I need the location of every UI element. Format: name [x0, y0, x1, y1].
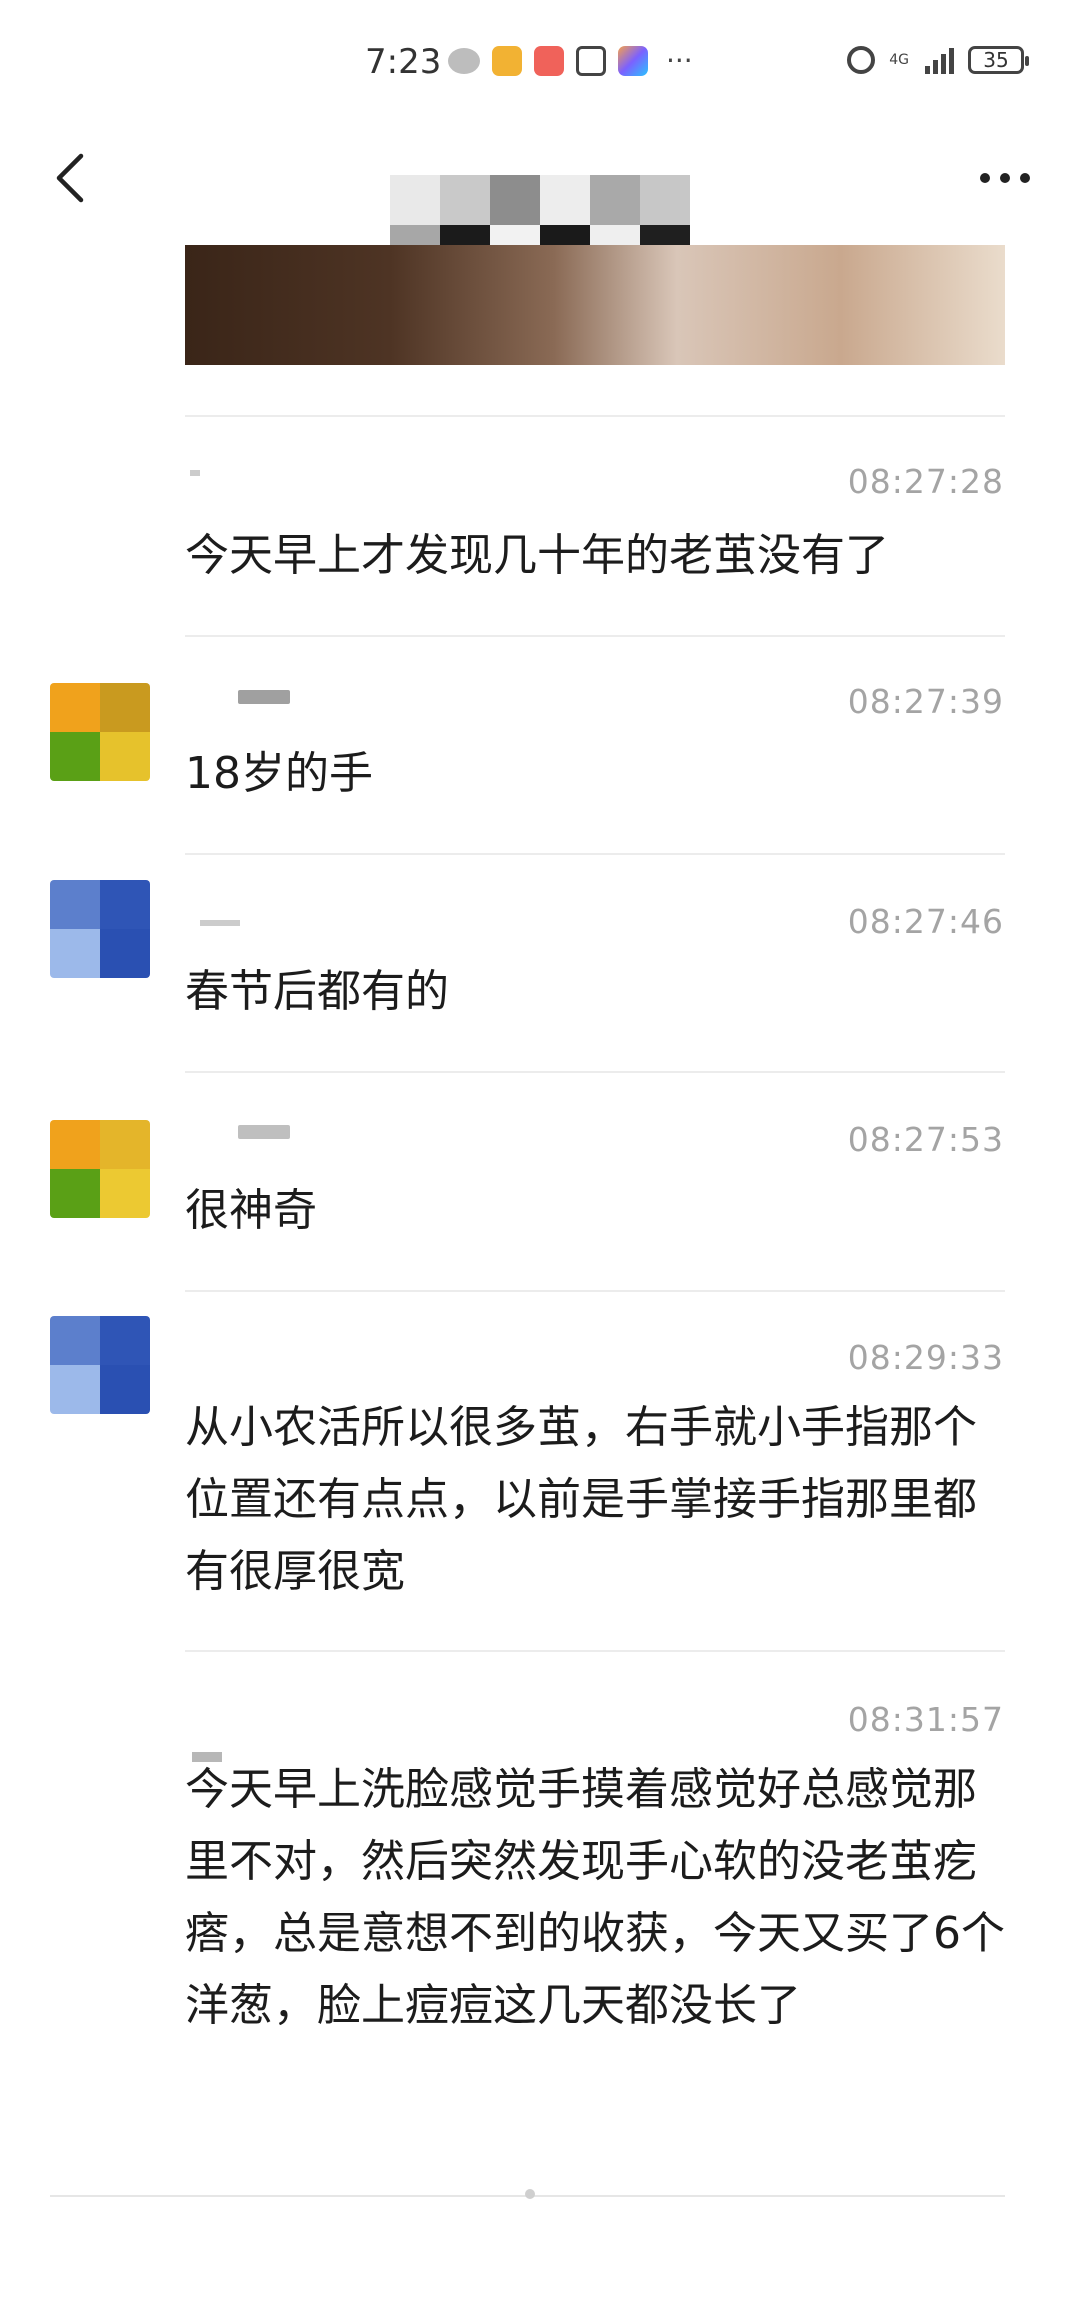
message-divider	[185, 415, 1005, 417]
message-divider	[185, 1650, 1005, 1652]
more-notifications-icon: ···	[666, 44, 693, 77]
message-text: 春节后都有的	[185, 966, 449, 1017]
network-type: 4G	[889, 52, 909, 68]
sender-name-redacted	[238, 1125, 290, 1139]
avatar[interactable]	[50, 683, 150, 781]
battery-icon: 35	[968, 46, 1029, 74]
sender-name-redacted	[238, 690, 290, 704]
system-icons: 4G 35	[847, 46, 1029, 74]
sender-name-redacted	[200, 920, 240, 926]
signal-icon	[925, 46, 954, 74]
message-text: 很神奇	[185, 1185, 317, 1236]
message-time: 08:27:53	[847, 1120, 1004, 1159]
message-divider	[185, 635, 1005, 637]
hand-icon	[576, 45, 606, 76]
message-time: 08:31:57	[847, 1700, 1004, 1739]
wechat-icon	[448, 47, 480, 74]
message-text: 今天早上洗脸感觉手摸着感觉好总感觉那里不对，然后突然发现手心软的没老茧疙瘩，总是…	[185, 1764, 1005, 2031]
back-button[interactable]	[40, 148, 100, 208]
shared-photo[interactable]	[185, 245, 1005, 365]
message-time: 08:27:39	[847, 682, 1004, 721]
plus-app-icon	[618, 45, 648, 76]
sender-name-redacted	[190, 470, 200, 476]
avatar[interactable]	[50, 880, 150, 978]
message-time: 08:29:33	[847, 1338, 1004, 1377]
avatar[interactable]	[50, 1316, 150, 1414]
status-bar: 7:23 ··· 4G 35	[0, 0, 1080, 120]
message-text: 18岁的手	[185, 748, 373, 799]
more-dots-icon	[980, 173, 990, 183]
message-text: 从小农活所以很多茧，右手就小手指那个位置还有点点，以前是手掌接手指那里都有很厚很…	[185, 1402, 977, 1597]
message-divider	[185, 853, 1005, 855]
chevron-left-icon	[56, 153, 84, 203]
alarm-icon	[847, 46, 876, 74]
status-time: 7:23	[365, 42, 442, 82]
message-text: 今天早上才发现几十年的老茧没有了	[185, 530, 889, 581]
message-divider	[185, 1290, 1005, 1292]
mail-app-icon	[492, 45, 522, 76]
chat-header	[0, 120, 1080, 275]
message-time: 08:27:28	[847, 462, 1004, 501]
message-divider	[185, 1071, 1005, 1073]
scroll-indicator	[525, 2189, 535, 2199]
more-options-button[interactable]	[970, 148, 1040, 208]
message-time: 08:27:46	[847, 902, 1004, 941]
notification-icons: ···	[448, 44, 693, 77]
avatar[interactable]	[50, 1120, 150, 1218]
app-notification-icon	[534, 45, 564, 76]
